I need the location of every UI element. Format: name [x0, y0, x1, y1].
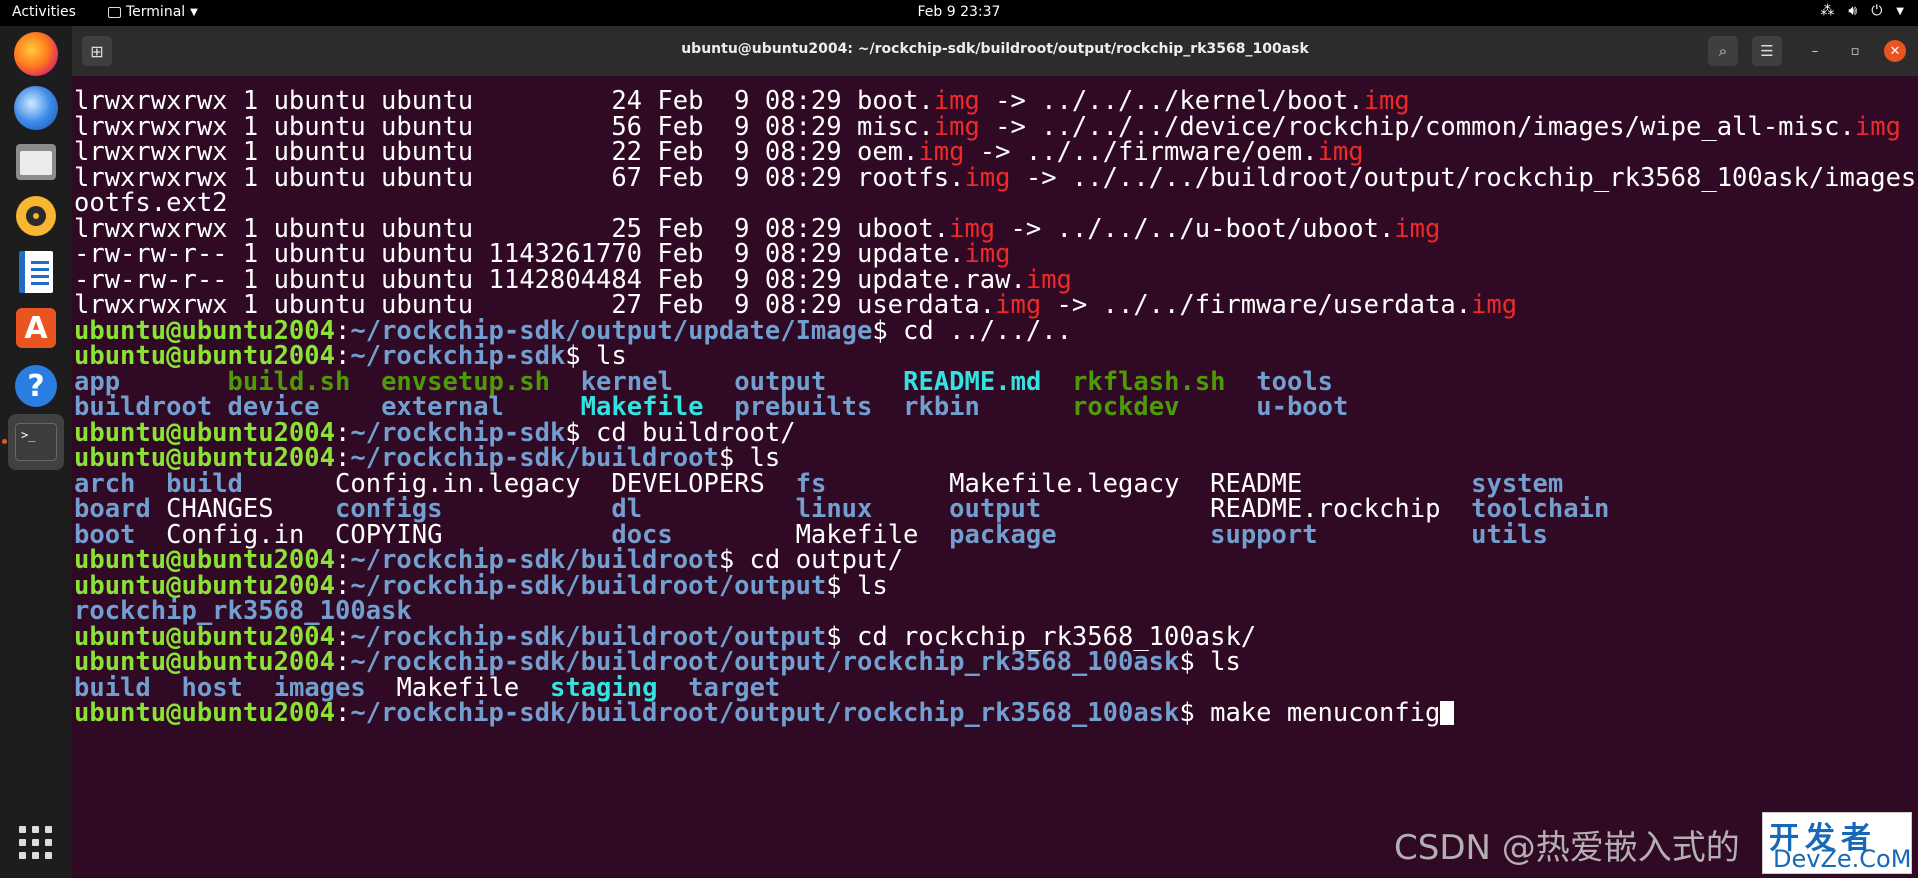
- minimize-button[interactable]: –: [1804, 40, 1826, 62]
- terminal-segment: [1179, 392, 1256, 422]
- volume-icon: 🔊︎: [1848, 3, 1858, 19]
- store-icon: A: [16, 308, 56, 348]
- power-icon: ⏻: [1871, 3, 1883, 19]
- terminal-lines: lrwxrwxrwx 1 ubuntu ubuntu 24 Feb 9 08:2…: [74, 88, 1918, 728]
- window-title: ubuntu@ubuntu2004: ~/rockchip-sdk/buildr…: [681, 41, 1309, 57]
- terminal-window: ⊞ ubuntu@ubuntu2004: ~/rockchip-sdk/buil…: [72, 26, 1918, 878]
- terminal-icon: [108, 6, 121, 18]
- terminal-segment: ~/rockchip-sdk/buildroot/output/rockchip…: [350, 698, 1180, 728]
- terminal-icon: >_: [15, 423, 57, 461]
- menu-button[interactable]: ☰: [1752, 36, 1782, 66]
- terminal-segment: img: [1854, 111, 1901, 142]
- dock-item-files[interactable]: [8, 134, 64, 190]
- dock-item-thunderbird[interactable]: [8, 80, 64, 136]
- terminal-output[interactable]: lrwxrwxrwx 1 ubuntu ubuntu 24 Feb 9 08:2…: [72, 76, 1918, 878]
- terminal-segment: img: [1394, 213, 1441, 244]
- network-icon: ⁂: [1820, 3, 1835, 19]
- new-tab-button[interactable]: ⊞: [82, 36, 112, 66]
- terminal-segment: rkbin: [903, 392, 980, 422]
- terminal-segment: img: [964, 162, 1011, 193]
- terminal-segment: $ ls: [826, 570, 888, 601]
- dock-item-firefox[interactable]: [8, 26, 64, 82]
- search-button[interactable]: ⌕: [1708, 36, 1738, 66]
- terminal-segment: [1318, 520, 1472, 550]
- terminal-segment: utils: [1471, 519, 1548, 550]
- dock-item-software[interactable]: A: [8, 300, 64, 356]
- thunderbird-icon: [14, 86, 58, 130]
- terminal-segment: [1057, 520, 1211, 550]
- terminal-segment: -> ../../../u-boot/uboot.: [995, 213, 1395, 244]
- terminal-line: ubuntu@ubuntu2004:~/rockchip-sdk/buildro…: [74, 698, 1918, 728]
- new-tab-icon: ⊞: [90, 41, 104, 61]
- chevron-down-icon: ▼: [1896, 6, 1904, 17]
- dock-item-help[interactable]: ?: [8, 358, 64, 414]
- close-button[interactable]: ✕: [1884, 40, 1906, 62]
- system-tray[interactable]: ⁂ 🔊︎ ⏻ ▼: [1820, 3, 1904, 19]
- terminal-segment: ~/rockchip-sdk/buildroot/output: [350, 570, 827, 601]
- document-icon: [19, 251, 53, 293]
- terminal-segment: -> ../../../buildroot/output/rockchip_rk…: [1010, 162, 1918, 193]
- terminal-segment: $ ls: [1179, 647, 1241, 677]
- speaker-icon: [16, 196, 56, 236]
- activities-button[interactable]: Activities: [12, 4, 76, 20]
- terminal-segment: [872, 392, 903, 422]
- terminal-segment: -> ../../firmware/userdata.: [1041, 290, 1472, 320]
- firefox-icon: [14, 32, 58, 76]
- header-bar[interactable]: ⊞ ubuntu@ubuntu2004: ~/rockchip-sdk/buil…: [72, 26, 1918, 76]
- dock-item-terminal[interactable]: >_: [8, 414, 64, 470]
- close-icon: ✕: [1889, 43, 1901, 59]
- text-cursor: [1440, 701, 1455, 725]
- search-icon: ⌕: [1718, 42, 1728, 60]
- active-indicator: [2, 439, 7, 444]
- dock: A ? >_: [0, 26, 72, 878]
- maximize-button[interactable]: ▫: [1844, 40, 1866, 62]
- terminal-segment: $ make menuconfig: [1179, 698, 1441, 728]
- terminal-segment: $ cd ../../..: [872, 315, 1072, 346]
- terminal-segment: support: [1210, 519, 1318, 550]
- terminal-segment: ubuntu@ubuntu2004: [74, 698, 335, 728]
- terminal-segment: u-boot: [1256, 392, 1349, 422]
- folder-icon: [16, 144, 56, 180]
- app-menu[interactable]: Terminal ▼: [108, 4, 198, 20]
- top-bar: Activities Terminal ▼ Feb 9 23:37 ⁂ 🔊︎ ⏻…: [0, 0, 1918, 26]
- terminal-segment: :: [335, 698, 351, 728]
- dock-item-writer[interactable]: [8, 244, 64, 300]
- terminal-line: lrwxrwxrwx 1 ubuntu ubuntu 67 Feb 9 08:2…: [74, 162, 1918, 193]
- terminal-segment: package: [949, 519, 1057, 550]
- terminal-segment: img: [1471, 290, 1518, 320]
- maximize-icon: ▫: [1850, 43, 1860, 59]
- chevron-down-icon: ▼: [190, 6, 198, 18]
- dock-item-rhythmbox[interactable]: [8, 188, 64, 244]
- app-menu-label: Terminal: [126, 4, 186, 20]
- terminal-segment: rockdev: [1072, 392, 1180, 422]
- terminal-segment: [980, 392, 1072, 422]
- help-icon: ?: [15, 365, 57, 407]
- hamburger-menu-icon: ☰: [1760, 42, 1774, 60]
- apps-grid-icon[interactable]: [19, 826, 53, 860]
- minimize-icon: –: [1811, 43, 1819, 59]
- clock[interactable]: Feb 9 23:37: [0, 4, 1918, 20]
